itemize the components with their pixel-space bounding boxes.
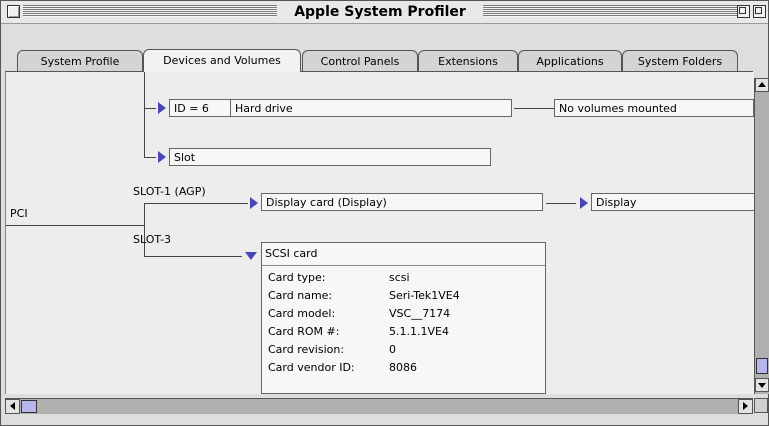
id-box[interactable]: ID = 6: [169, 99, 231, 117]
hard-drive-box[interactable]: Hard drive: [230, 99, 512, 117]
zoom-box-icon[interactable]: [737, 5, 750, 18]
display-box[interactable]: Display: [591, 193, 754, 211]
tab-system-folders[interactable]: System Folders: [622, 50, 738, 71]
horizontal-scroll-thumb[interactable]: [21, 400, 37, 413]
disclosure-triangle-icon[interactable]: [250, 197, 258, 209]
disclosure-triangle-icon[interactable]: [158, 151, 166, 163]
tree-connector: [144, 203, 248, 204]
prop-name: Card revision:: [268, 343, 345, 356]
device-tree-view: ID = 6 Hard drive No volumes mounted Slo…: [5, 72, 754, 394]
scroll-down-arrow-icon[interactable]: [755, 378, 769, 392]
close-box-icon[interactable]: [7, 5, 20, 18]
horizontal-scrollbar[interactable]: [5, 398, 753, 414]
tab-system-profile[interactable]: System Profile: [17, 50, 143, 71]
prop-value: Seri-Tek1VE4: [389, 289, 460, 302]
disclosure-triangle-icon[interactable]: [158, 102, 166, 114]
tab-devices-and-volumes[interactable]: Devices and Volumes: [143, 49, 301, 72]
volumes-box[interactable]: No volumes mounted: [554, 99, 754, 117]
prop-value: 5.1.1.1VE4: [389, 325, 449, 338]
divider: [262, 265, 545, 266]
tree-connector: [144, 157, 156, 158]
profiler-window: Apple System Profiler System Profile Dev…: [0, 0, 769, 426]
disclosure-triangle-open-icon[interactable]: [245, 252, 257, 260]
scsi-card-title: SCSI card: [265, 247, 318, 260]
scroll-up-arrow-icon[interactable]: [755, 78, 769, 92]
prop-name: Card ROM #:: [268, 325, 340, 338]
disclosure-triangle-icon[interactable]: [580, 197, 588, 209]
collapse-box-icon[interactable]: [753, 5, 766, 18]
tree-connector: [514, 108, 554, 109]
title-bar[interactable]: Apple System Profiler: [1, 1, 768, 24]
tree-connector: [6, 225, 144, 226]
display-card-box[interactable]: Display card (Display): [261, 193, 543, 211]
prop-name: Card vendor ID:: [268, 361, 355, 374]
tree-connector: [144, 256, 242, 257]
tree-connector: [546, 203, 576, 204]
prop-value: 8086: [389, 361, 417, 374]
window-title: Apple System Profiler: [277, 3, 483, 21]
slot-box[interactable]: Slot: [169, 148, 491, 166]
tree-connector: [144, 203, 145, 257]
pci-label: PCI: [10, 207, 28, 220]
prop-value: VSC__7174: [389, 307, 451, 320]
scsi-card-panel[interactable]: SCSI card Card type: scsi Card name: Ser…: [261, 242, 546, 394]
prop-name: Card model:: [268, 307, 336, 320]
tab-applications[interactable]: Applications: [518, 50, 622, 71]
tab-control-panels[interactable]: Control Panels: [302, 50, 418, 71]
resize-grip-icon[interactable]: [754, 398, 768, 413]
prop-value: scsi: [389, 271, 410, 284]
slot3-label: SLOT-3: [133, 233, 172, 246]
tree-connector: [144, 108, 156, 109]
scroll-right-arrow-icon[interactable]: [738, 399, 753, 414]
scroll-left-arrow-icon[interactable]: [5, 399, 20, 414]
slot1-label: SLOT-1 (AGP): [133, 185, 206, 198]
prop-name: Card name:: [268, 289, 333, 302]
prop-name: Card type:: [268, 271, 326, 284]
tab-extensions[interactable]: Extensions: [418, 50, 518, 71]
vertical-scroll-thumb[interactable]: [756, 358, 768, 374]
prop-value: 0: [389, 343, 396, 356]
vertical-scrollbar[interactable]: [754, 78, 769, 394]
tree-connector: [144, 72, 145, 157]
